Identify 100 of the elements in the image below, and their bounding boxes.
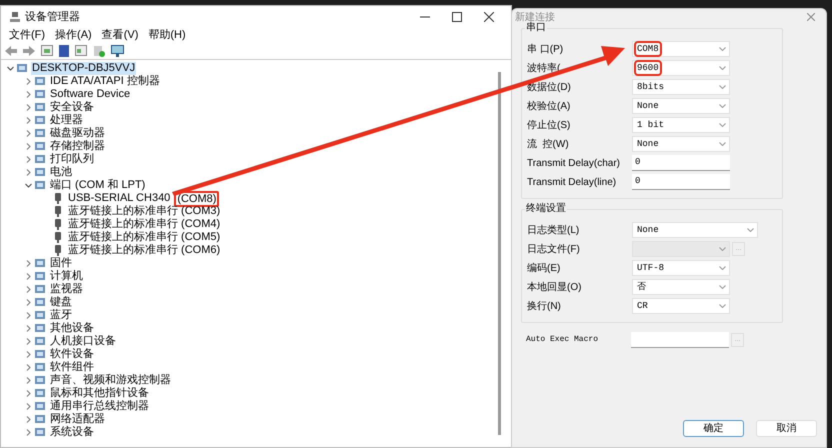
tree-item[interactable]: 键盘 [49,296,73,309]
device-icon [35,141,45,152]
caret-icon [719,47,726,51]
chevron-right-icon[interactable] [24,169,32,176]
tree-item[interactable]: 通用串行总线控制器 [49,400,150,413]
chevron-right-icon[interactable] [24,130,32,137]
tree-item[interactable]: 蓝牙链接上的标准串行 (COM6) [67,244,222,257]
tree-item[interactable]: 处理器 [49,114,84,127]
tree-item[interactable]: 蓝牙链接上的标准串行 (COM3) [67,205,222,218]
window-icon[interactable] [75,45,87,56]
field-label: 校验位(A) [527,100,572,114]
tree-item[interactable]: 磁盘驱动器 [49,127,106,140]
tree-item[interactable]: 安全设备 [49,101,95,114]
tree-item[interactable]: 软件设备 [49,348,95,361]
device-icon [35,180,45,191]
chevron-right-icon[interactable] [24,156,32,163]
menu-item[interactable]: 查看(V) [102,28,138,42]
device-icon [35,154,45,165]
port-icon [53,219,63,230]
chevron-right-icon[interactable] [24,143,32,150]
dropdown[interactable]: 8bits [632,79,730,95]
input-field[interactable]: 0 [632,155,730,171]
dropdown[interactable]: CR [632,298,730,314]
menu-item[interactable]: 帮助(H) [148,28,186,42]
menu-item[interactable]: 操作(A) [55,28,92,42]
tree-item[interactable]: 蓝牙链接上的标准串行 (COM5) [67,231,222,244]
dropdown[interactable]: 否 [632,279,730,295]
chevron-right-icon[interactable] [24,403,32,410]
input-field[interactable]: 0 [632,174,730,190]
caret-icon [719,85,726,89]
monitor-icon[interactable] [111,44,124,56]
tree-item[interactable]: 计算机 [49,270,84,283]
caret-icon [719,285,726,289]
tree-item[interactable]: 其他设备 [49,322,95,335]
dialog-button[interactable]: 确定 [683,420,744,437]
chevron-right-icon[interactable] [24,351,32,358]
tree-item[interactable]: 鼠标和其他指针设备 [49,387,150,400]
field-label: Auto Exec Macro [526,334,600,346]
dialog-button[interactable]: 取消 [756,420,817,437]
dropdown[interactable]: 1 bit [632,117,730,133]
dropdown[interactable]: None [632,222,758,238]
tree-item[interactable]: DESKTOP-DBJ5VVJ [31,62,136,75]
tree-item[interactable]: 打印队列 [49,153,95,166]
device-icon [35,401,45,412]
device-icon [35,323,45,334]
chevron-right-icon[interactable] [24,338,32,345]
group-title: 串口 [525,22,547,34]
caret-icon [719,66,726,70]
dialog-title: 新建连接 [515,10,555,22]
field-label: 换行(N) [527,300,562,314]
tree-item[interactable]: 软件组件 [49,361,95,374]
chevron-right-icon[interactable] [24,104,32,111]
properties-icon[interactable] [41,45,53,56]
dropdown[interactable]: 9600 [632,60,730,76]
device-icon [35,167,45,178]
dropdown[interactable]: None [632,98,730,114]
dropdown[interactable]: COM8 [632,41,730,57]
chevron-right-icon[interactable] [24,416,32,423]
device-icon [35,115,45,126]
field-label: 日志类型(L) [527,224,580,238]
chevron-right-icon[interactable] [24,364,32,371]
tree-item[interactable]: 网络适配器 [49,413,106,426]
chevron-right-icon[interactable] [24,299,32,306]
tree-item[interactable]: 端口 (COM 和 LPT) [49,179,146,192]
close-icon[interactable] [807,13,815,21]
chevron-right-icon[interactable] [24,312,32,319]
chevron-down-icon[interactable] [24,182,32,189]
tree-item[interactable]: 声音、视频和游戏控制器 [49,374,172,387]
dropdown[interactable]: None [632,136,730,152]
chevron-down-icon[interactable] [6,65,14,72]
tree-item[interactable]: 固件 [49,257,73,270]
back-arrow-icon[interactable] [5,46,17,56]
chevron-right-icon[interactable] [24,91,32,98]
tree-item[interactable]: 存储控制器 [49,140,106,153]
chevron-right-icon[interactable] [24,286,32,293]
tree-item[interactable]: Software Device [49,88,132,101]
tree-item[interactable]: IDE ATA/ATAPI 控制器 [49,75,161,88]
tree-item[interactable]: 系统设备 [49,426,95,439]
update-driver-icon[interactable] [93,44,105,56]
scrollbar[interactable] [498,72,501,435]
chevron-right-icon[interactable] [24,78,32,85]
chevron-right-icon[interactable] [24,117,32,124]
field-label: 编码(E) [527,262,562,276]
tree-item[interactable]: USB-SERIAL CH340 [67,192,172,205]
dropdown[interactable]: UTF-8 [632,260,730,276]
tree-item[interactable]: 人机接口设备 [49,335,117,348]
tree-item[interactable]: 蓝牙链接上的标准串行 (COM4) [67,218,222,231]
tree-item[interactable]: 蓝牙 [49,309,73,322]
chevron-right-icon[interactable] [24,260,32,267]
input-field[interactable] [631,332,729,348]
tree-item[interactable]: 电池 [49,166,73,179]
menu-item[interactable]: 文件(F) [9,28,46,42]
maximize-icon [452,12,462,22]
forward-arrow-icon[interactable] [23,46,35,56]
chevron-right-icon[interactable] [24,429,32,436]
tree-item[interactable]: 监视器 [49,283,84,296]
chevron-right-icon[interactable] [24,325,32,332]
chevron-right-icon[interactable] [24,377,32,384]
chevron-right-icon[interactable] [24,273,32,280]
chevron-right-icon[interactable] [24,390,32,397]
